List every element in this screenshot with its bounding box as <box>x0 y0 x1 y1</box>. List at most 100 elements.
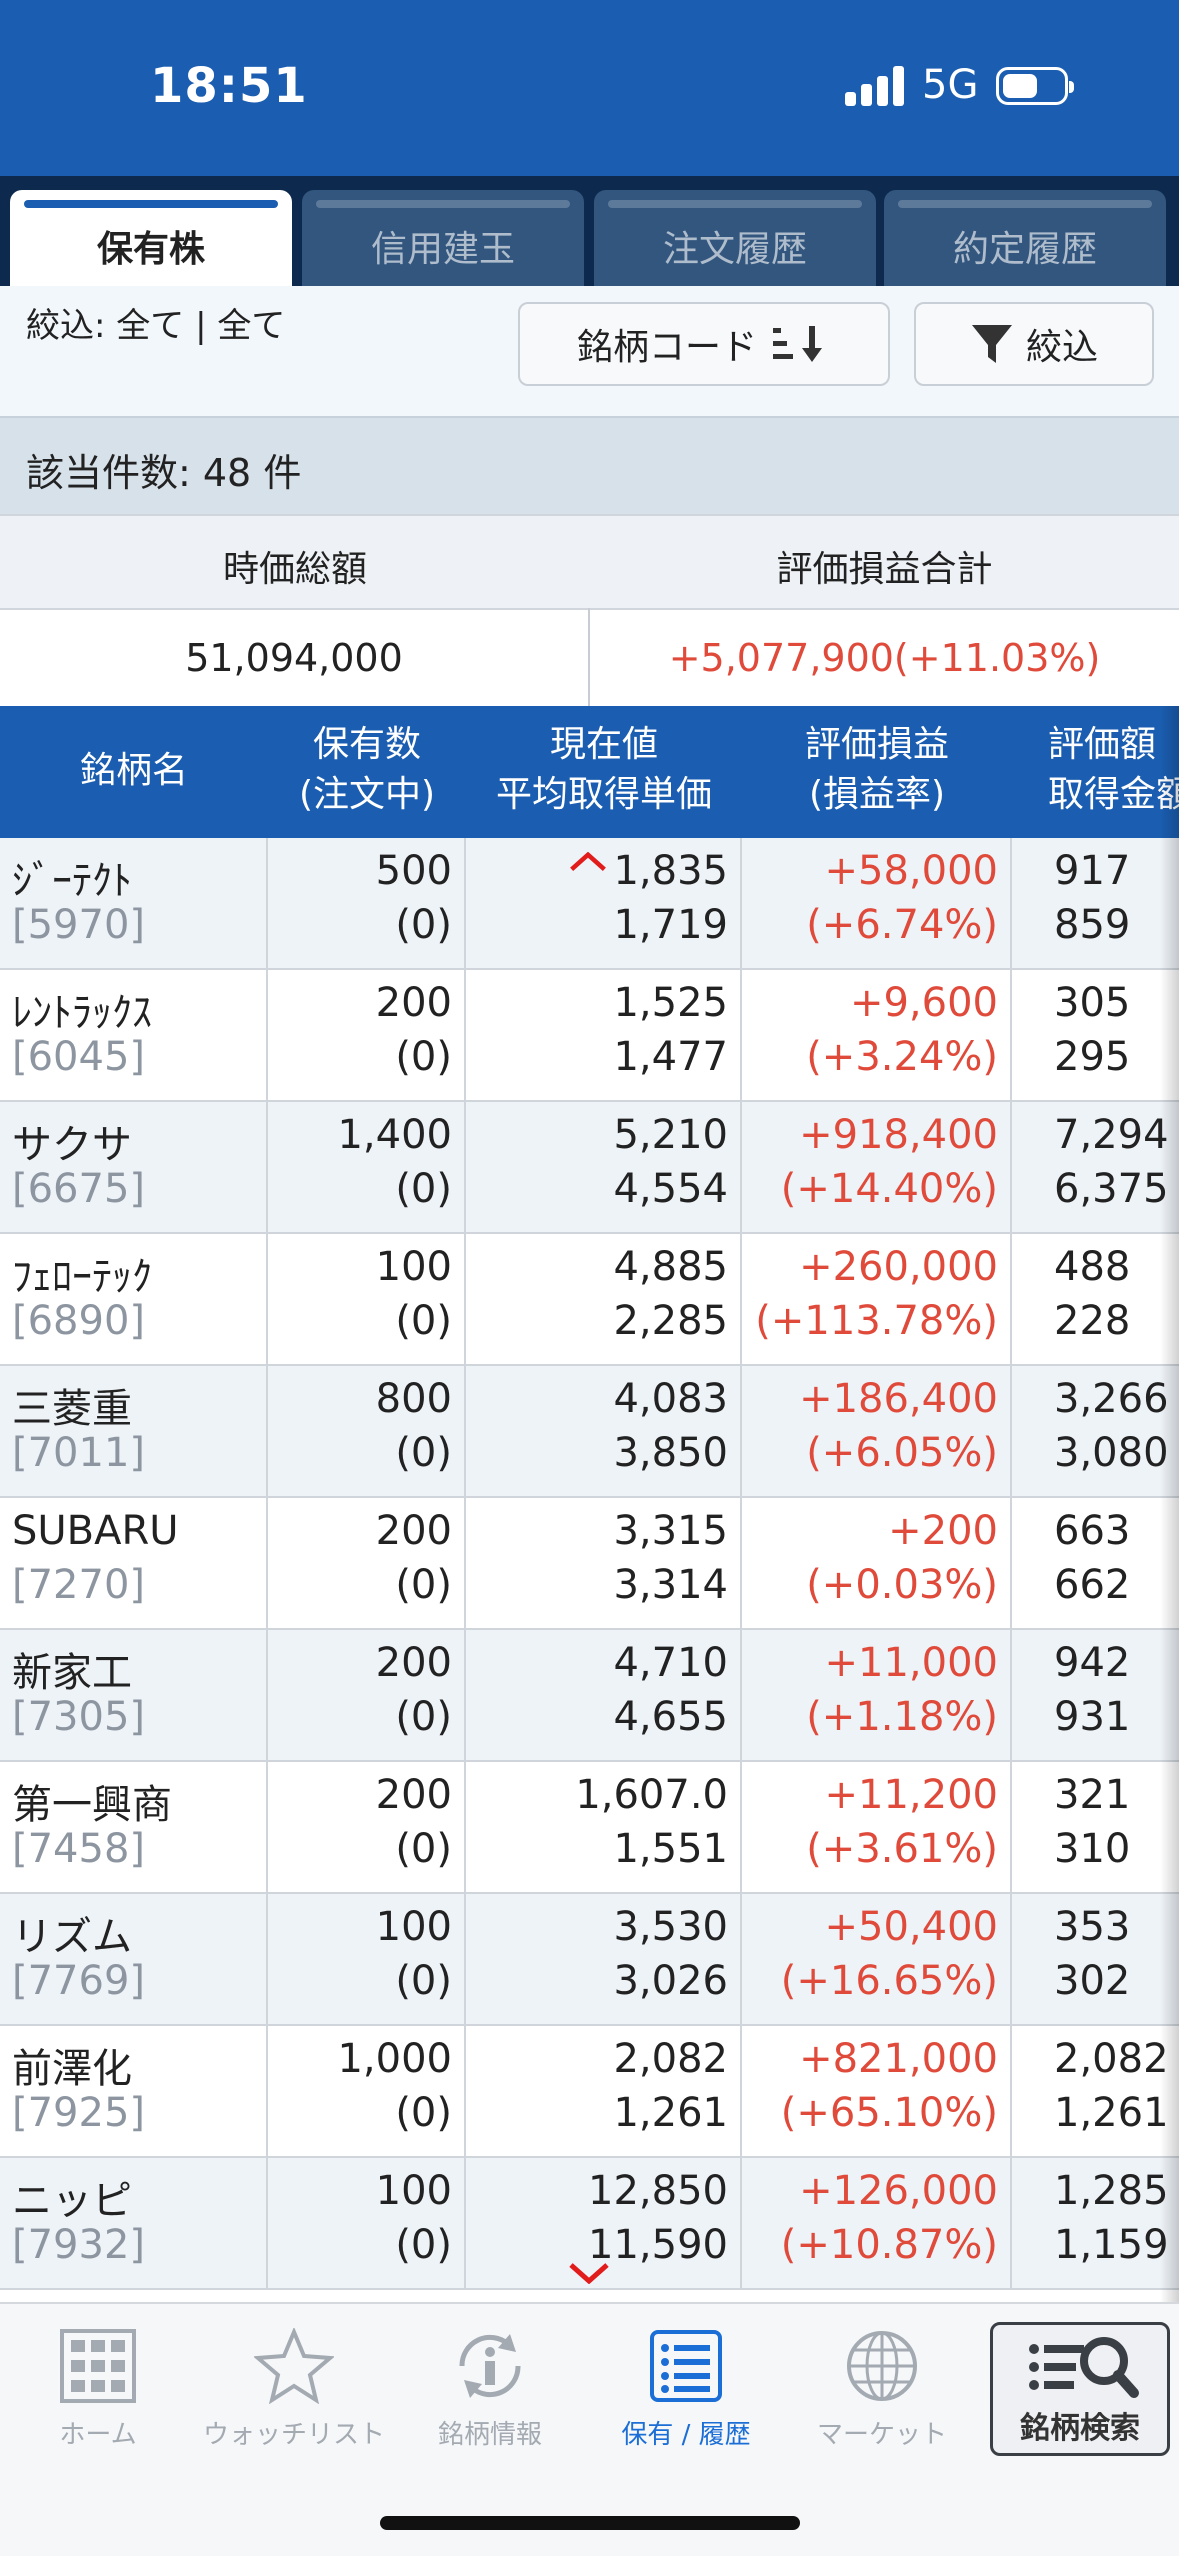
home-indicator[interactable] <box>380 2516 800 2530</box>
current-price: 3,315 <box>613 1508 728 1554</box>
market-value-label: 時価総額 <box>222 549 367 590</box>
stock-name-cell: 第一興商 [7458] <box>0 1762 268 1894</box>
sort-button[interactable]: 銘柄コード <box>518 302 890 386</box>
table-row[interactable]: 第一興商 [7458] 200 (0) 1,607.0 1,551 +11,200 (+3.6… <box>0 1762 1179 1894</box>
valuation-cell: 3,266 3,080 <box>1012 1366 1179 1498</box>
quantity: 200 <box>375 1508 452 1554</box>
ordering-quantity: (0) <box>395 1958 452 2004</box>
acquisition-cost: 3,080 <box>1054 1430 1169 1476</box>
acquisition-cost: 295 <box>1054 1034 1131 1080</box>
profit-loss-rate: (+65.10%) <box>780 2090 998 2136</box>
profit-loss-rate: (+14.40%) <box>780 1166 998 1212</box>
pl-total: +5,077,900(+11.03%) <box>668 636 1101 680</box>
ordering-quantity: (0) <box>395 1166 452 1212</box>
nav-label: マーケット <box>816 2420 947 2450</box>
nav-watchlist[interactable]: ウォッチリスト <box>196 2322 392 2462</box>
tab-execution-history[interactable]: 約定履歴 <box>884 190 1166 286</box>
valuation-cell: 305 295 <box>1012 970 1179 1102</box>
table-row[interactable]: ﾌｪﾛｰﾃｯｸ [6890] 100 (0) 4,885 2,285 +260,000 (+1… <box>0 1234 1179 1366</box>
star-icon <box>254 2328 334 2404</box>
summary-header: 時価総額 評価損益合計 <box>0 514 1179 608</box>
stock-code: [6675] <box>12 1166 146 1212</box>
acquisition-cost: 662 <box>1054 1562 1131 1608</box>
table-row[interactable]: 前澤化 [7925] 1,000 (0) 2,082 1,261 +821,000 (+65.… <box>0 2026 1179 2158</box>
tab-margin-positions[interactable]: 信用建玉 <box>302 190 584 286</box>
nav-market[interactable]: マーケット <box>784 2322 980 2462</box>
current-price: 4,083 <box>613 1376 728 1422</box>
acquisition-cost: 931 <box>1054 1694 1131 1740</box>
quantity-cell: 100 (0) <box>268 1234 466 1366</box>
stock-name-cell: ﾌｪﾛｰﾃｯｸ [6890] <box>0 1234 268 1366</box>
quantity: 100 <box>375 1904 452 1950</box>
acquisition-cost: 228 <box>1054 1298 1131 1344</box>
price-cell: 5,210 4,554 <box>466 1102 742 1234</box>
valuation: 321 <box>1054 1772 1131 1818</box>
table-row[interactable]: SUBARU [7270] 200 (0) 3,315 3,314 +200 (+0.03%)… <box>0 1498 1179 1630</box>
ordering-quantity: (0) <box>395 1034 452 1080</box>
table-row[interactable]: サクサ [6675] 1,400 (0) 5,210 4,554 +918,400 (+14.… <box>0 1102 1179 1234</box>
profit-loss-cell: +50,400 (+16.65%) <box>742 1894 1012 2026</box>
stock-name: SUBARU <box>12 1508 179 1554</box>
stock-search-button[interactable]: 銘柄検索 <box>990 2322 1170 2456</box>
table-row[interactable]: ﾚﾝﾄﾗｯｸｽ [6045] 200 (0) 1,525 1,477 +9,600 (+3.2… <box>0 970 1179 1102</box>
ordering-quantity: (0) <box>395 2222 452 2268</box>
stock-code: [7270] <box>12 1562 146 1608</box>
profit-loss: +11,000 <box>824 1640 998 1686</box>
stock-name-cell: SUBARU [7270] <box>0 1498 268 1630</box>
valuation: 663 <box>1054 1508 1131 1554</box>
valuation-cell: 321 310 <box>1012 1762 1179 1894</box>
valuation-cell: 7,294 6,375 <box>1012 1102 1179 1234</box>
acquisition-cost: 1,261 <box>1054 2090 1169 2136</box>
tab-label: 信用建玉 <box>370 229 515 270</box>
profit-loss: +11,200 <box>824 1772 998 1818</box>
quantity: 200 <box>375 1640 452 1686</box>
valuation: 1,285 <box>1054 2168 1169 2214</box>
average-cost: 1,477 <box>613 1034 728 1080</box>
col-value: 評価額 取得金額 <box>1048 720 1179 820</box>
nav-home[interactable]: ホーム <box>0 2322 196 2462</box>
table-row[interactable]: 新家工 [7305] 200 (0) 4,710 4,655 +11,000 (+1.18%)… <box>0 1630 1179 1762</box>
average-cost: 3,850 <box>613 1430 728 1476</box>
stock-code: [7011] <box>12 1430 146 1476</box>
ordering-quantity: (0) <box>395 2090 452 2136</box>
stock-name-cell: サクサ [6675] <box>0 1102 268 1234</box>
tab-label: 注文履歴 <box>662 229 807 270</box>
profit-loss: +821,000 <box>799 2036 998 2082</box>
status-bar: 18:51 5G <box>0 0 1179 176</box>
quantity: 1,000 <box>337 2036 452 2082</box>
stock-name: ﾚﾝﾄﾗｯｸｽ <box>12 990 152 1036</box>
valuation-cell: 353 302 <box>1012 1894 1179 2026</box>
stock-code: [5970] <box>12 902 146 948</box>
quantity: 100 <box>375 2168 452 2214</box>
filter-label: 絞込 <box>1025 327 1098 368</box>
profit-loss-rate: (+113.78%) <box>755 1298 998 1344</box>
price-cell: 3,530 3,026 <box>466 1894 742 2026</box>
current-price: 3,530 <box>613 1904 728 1950</box>
nav-label: ホーム <box>59 2420 137 2450</box>
nav-stock-info[interactable]: 銘柄情報 <box>392 2322 588 2462</box>
average-cost: 3,026 <box>613 1958 728 2004</box>
table-row[interactable]: 三菱重 [7011] 800 (0) 4,083 3,850 +186,400 (+6.05%… <box>0 1366 1179 1498</box>
nav-holdings-history[interactable]: 保有 / 履歴 <box>588 2322 784 2462</box>
result-count: 該当件数: 48 件 <box>0 416 1179 514</box>
table-row[interactable]: リズム [7769] 100 (0) 3,530 3,026 +50,400 (+16.65%… <box>0 1894 1179 2026</box>
profit-loss: +126,000 <box>799 2168 998 2214</box>
price-cell: 3,315 3,314 <box>466 1498 742 1630</box>
tab-order-history[interactable]: 注文履歴 <box>594 190 876 286</box>
stock-code: [7769] <box>12 1958 146 2004</box>
acquisition-cost: 302 <box>1054 1958 1131 2004</box>
stock-name-cell: リズム [7769] <box>0 1894 268 2026</box>
network-type: 5G <box>922 62 979 108</box>
average-cost: 2,285 <box>613 1298 728 1344</box>
average-cost: 1,261 <box>613 2090 728 2136</box>
quantity-cell: 100 (0) <box>268 1894 466 2026</box>
quantity: 200 <box>375 1772 452 1818</box>
stock-name: ｼﾞｰﾃｸﾄ <box>12 858 132 904</box>
profit-loss-cell: +186,400 (+6.05%) <box>742 1366 1012 1498</box>
ordering-quantity: (0) <box>395 1826 452 1872</box>
tab-holdings[interactable]: 保有株 <box>10 190 292 286</box>
valuation: 353 <box>1054 1904 1131 1950</box>
filter-button[interactable]: 絞込 <box>914 302 1154 386</box>
profit-loss-rate: (+1.18%) <box>806 1694 998 1740</box>
profit-loss-cell: +200 (+0.03%) <box>742 1498 1012 1630</box>
